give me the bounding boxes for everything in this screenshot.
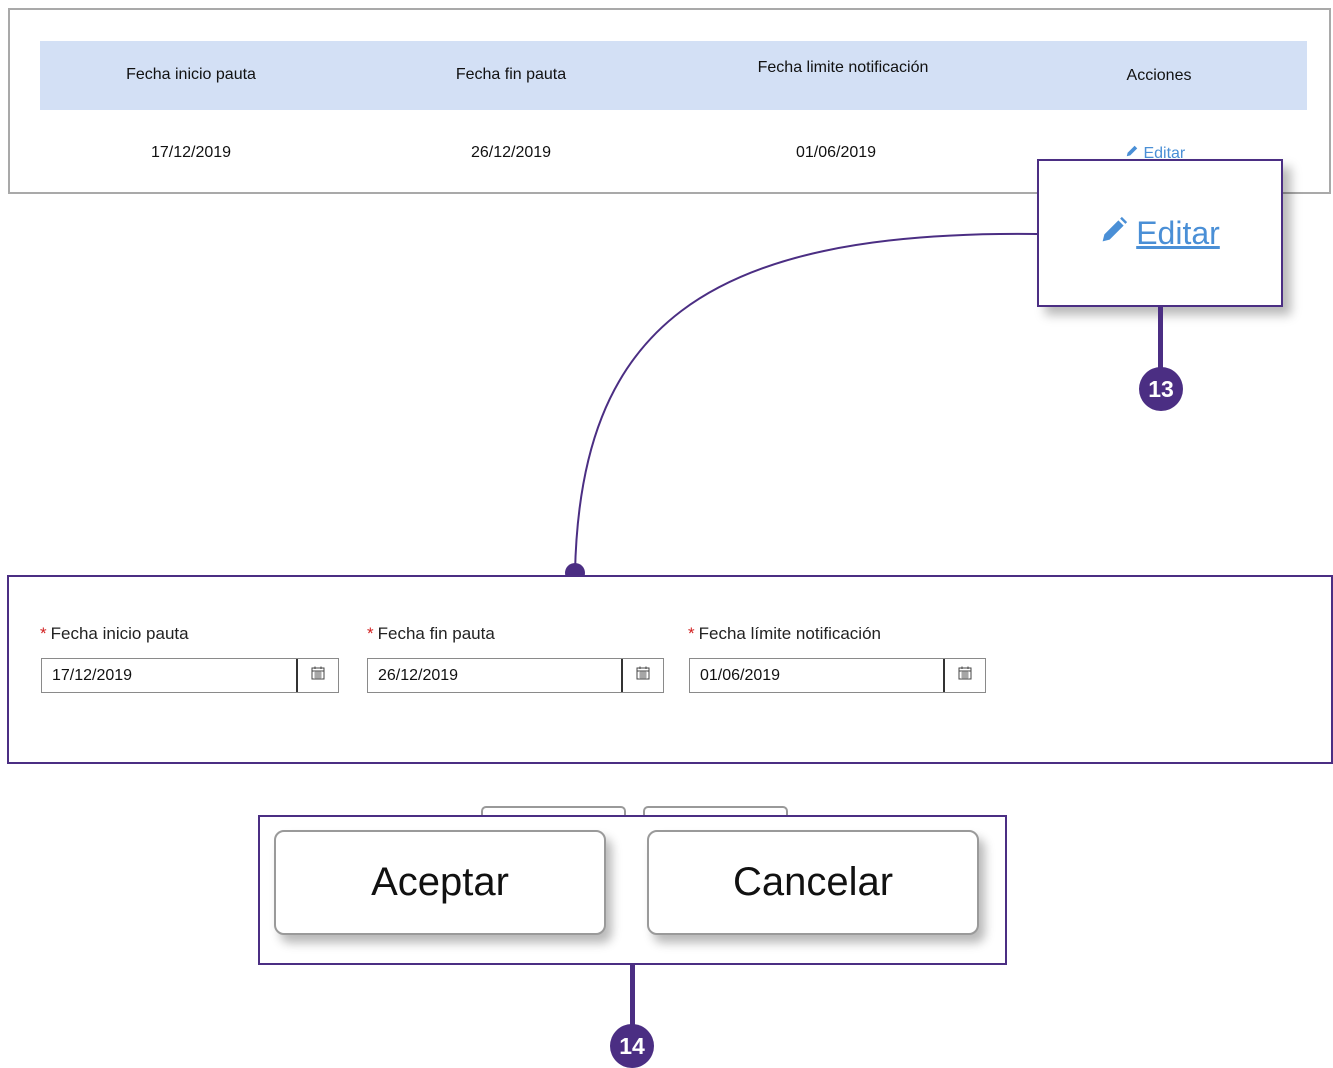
required-marker: * <box>688 624 695 643</box>
column-header-actions: Acciones <box>1126 67 1192 84</box>
cancel-button[interactable]: Cancelar <box>647 830 979 935</box>
start-date-calendar-button[interactable] <box>296 659 338 692</box>
calendar-icon <box>958 666 972 685</box>
column-header-notification-limit: Fecha limite notificación <box>757 59 929 76</box>
notification-limit-calendar-button[interactable] <box>943 659 985 692</box>
field-label-text: Fecha límite notificación <box>698 624 881 643</box>
callout-stem <box>1158 307 1163 369</box>
field-label-text: Fecha inicio pauta <box>50 624 189 643</box>
field-label-text: Fecha fin pauta <box>377 624 495 643</box>
field-label-start-date: * Fecha inicio pauta <box>40 624 189 644</box>
start-date-input[interactable] <box>42 659 296 692</box>
callout-stem <box>630 965 635 1027</box>
step-badge-13: 13 <box>1139 367 1183 411</box>
cell-start-date: 17/12/2019 <box>150 144 232 161</box>
end-date-input[interactable] <box>368 659 621 692</box>
step-badge-14: 14 <box>610 1024 654 1068</box>
field-label-end-date: * Fecha fin pauta <box>367 624 495 644</box>
cell-notification-limit: 01/06/2019 <box>795 144 877 161</box>
field-label-notification-limit: * Fecha límite notificación <box>688 624 881 644</box>
start-date-field <box>41 658 339 693</box>
end-date-calendar-button[interactable] <box>621 659 663 692</box>
calendar-icon <box>311 666 325 685</box>
end-date-field <box>367 658 664 693</box>
edit-link-zoomed-label: Editar <box>1136 214 1220 251</box>
accept-button[interactable]: Aceptar <box>274 830 606 935</box>
edit-link-zoomed[interactable]: Editar <box>1100 215 1220 252</box>
column-header-end-date: Fecha fin pauta <box>455 66 567 83</box>
notification-limit-field <box>689 658 986 693</box>
required-marker: * <box>367 624 374 643</box>
column-header-start-date: Fecha inicio pauta <box>126 66 256 83</box>
cell-end-date: 26/12/2019 <box>470 144 552 161</box>
notification-limit-input[interactable] <box>690 659 943 692</box>
pencil-icon <box>1100 215 1128 252</box>
calendar-icon <box>636 666 650 685</box>
edit-callout: Editar <box>1037 159 1283 307</box>
required-marker: * <box>40 624 47 643</box>
